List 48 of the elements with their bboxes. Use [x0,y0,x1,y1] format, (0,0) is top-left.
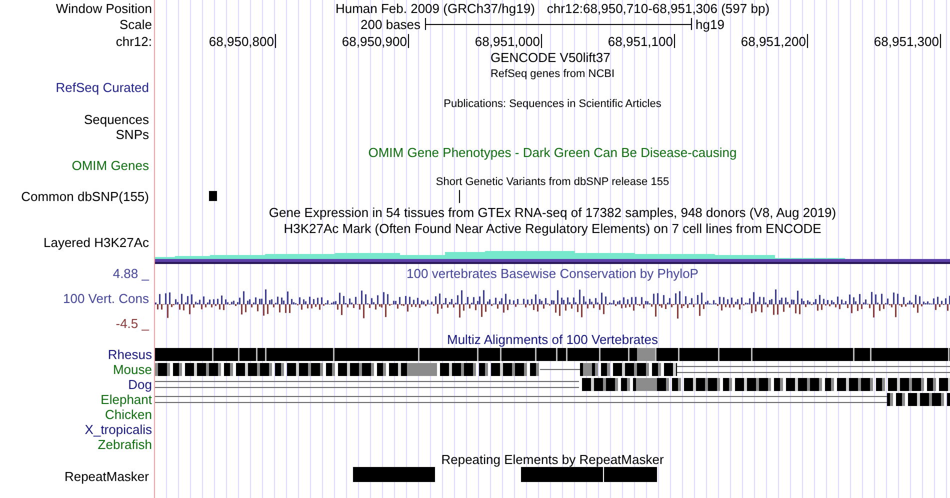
ruler-label: 68,950,800 [208,34,274,48]
ruler-tick [275,34,276,48]
ruler-tick [408,34,409,48]
track-label[interactable]: 100 Vert. Cons [63,291,152,306]
track-label[interactable]: SNPs [116,127,152,142]
track-title: RefSeq genes from NCBI [490,67,615,82]
track-label[interactable]: OMIM Genes [72,158,152,173]
track-label[interactable]: X_tropicalis [84,422,155,437]
track-label[interactable]: Common dbSNP(155) [21,189,152,204]
track-label[interactable]: Chicken [105,407,155,422]
scale-text: 200 bases [360,16,421,32]
track-title: Repeating Elements by RepeatMasker [441,453,664,467]
track-label[interactable]: -4.5 _ [116,316,152,331]
ruler-label: 68,951,300 [874,34,939,48]
row-label: Window Position [56,0,153,16]
ruler-tick [807,34,808,48]
ruler-label: 68,951,100 [608,34,673,48]
track-label[interactable]: Elephant [100,392,155,407]
variant-mark [209,191,217,201]
ruler-label: 68,951,200 [740,34,806,48]
track-title: OMIM Gene Phenotypes - Dark Green Can Be Disease-causing [368,145,737,160]
track-label[interactable]: RefSeq Curated [56,80,152,95]
assembly-label: hg19 [696,16,724,32]
track-title: Publications: Sequences in Scientific Articles [444,97,662,111]
track-title: H3K27Ac Mark (Often Found Near Active Regulatory Elements) on 7 cell lines from ENCODE [284,220,822,236]
track-label[interactable]: Zebrafish [98,437,155,452]
position-text: chr12:68,950,710-68,951,306 (597 bp) [546,0,770,16]
track-label[interactable]: Layered H3K27Ac [43,235,152,250]
row-label: chr12: [116,34,153,48]
assembly-title: Human Feb. 2009 (GRCh37/hg19) [335,0,535,16]
track-title: 100 vertebrates Basewise Conservation by PhyloP [406,266,698,281]
track-label[interactable]: Rhesus [108,347,155,362]
ruler-tick [940,34,941,48]
track-label[interactable]: Sequences [84,112,152,127]
track-title: Short Genetic Variants from dbSNP release 155 [436,175,670,189]
ruler-tick [541,34,542,48]
ruler-tick [674,34,675,48]
variant-mark [459,190,460,203]
track-label[interactable]: Mouse [112,362,155,377]
track-label[interactable]: 4.88 _ [112,266,152,281]
row-label: Scale [119,16,153,32]
ruler-label: 68,950,900 [342,34,407,48]
track-title: Gene Expression in 54 tissues from GTEx RNA-seq of 17382 samples, 948 donors (V8, Aug 2019) [268,205,836,220]
track-label[interactable]: Dog [128,377,155,392]
track-title: Multiz Alignments of 100 Vertebrates [446,332,658,347]
ruler-label: 68,951,000 [474,34,540,48]
track-title: GENCODE V50lift37 [490,50,610,66]
track-label[interactable]: RepeatMasker [64,469,152,484]
